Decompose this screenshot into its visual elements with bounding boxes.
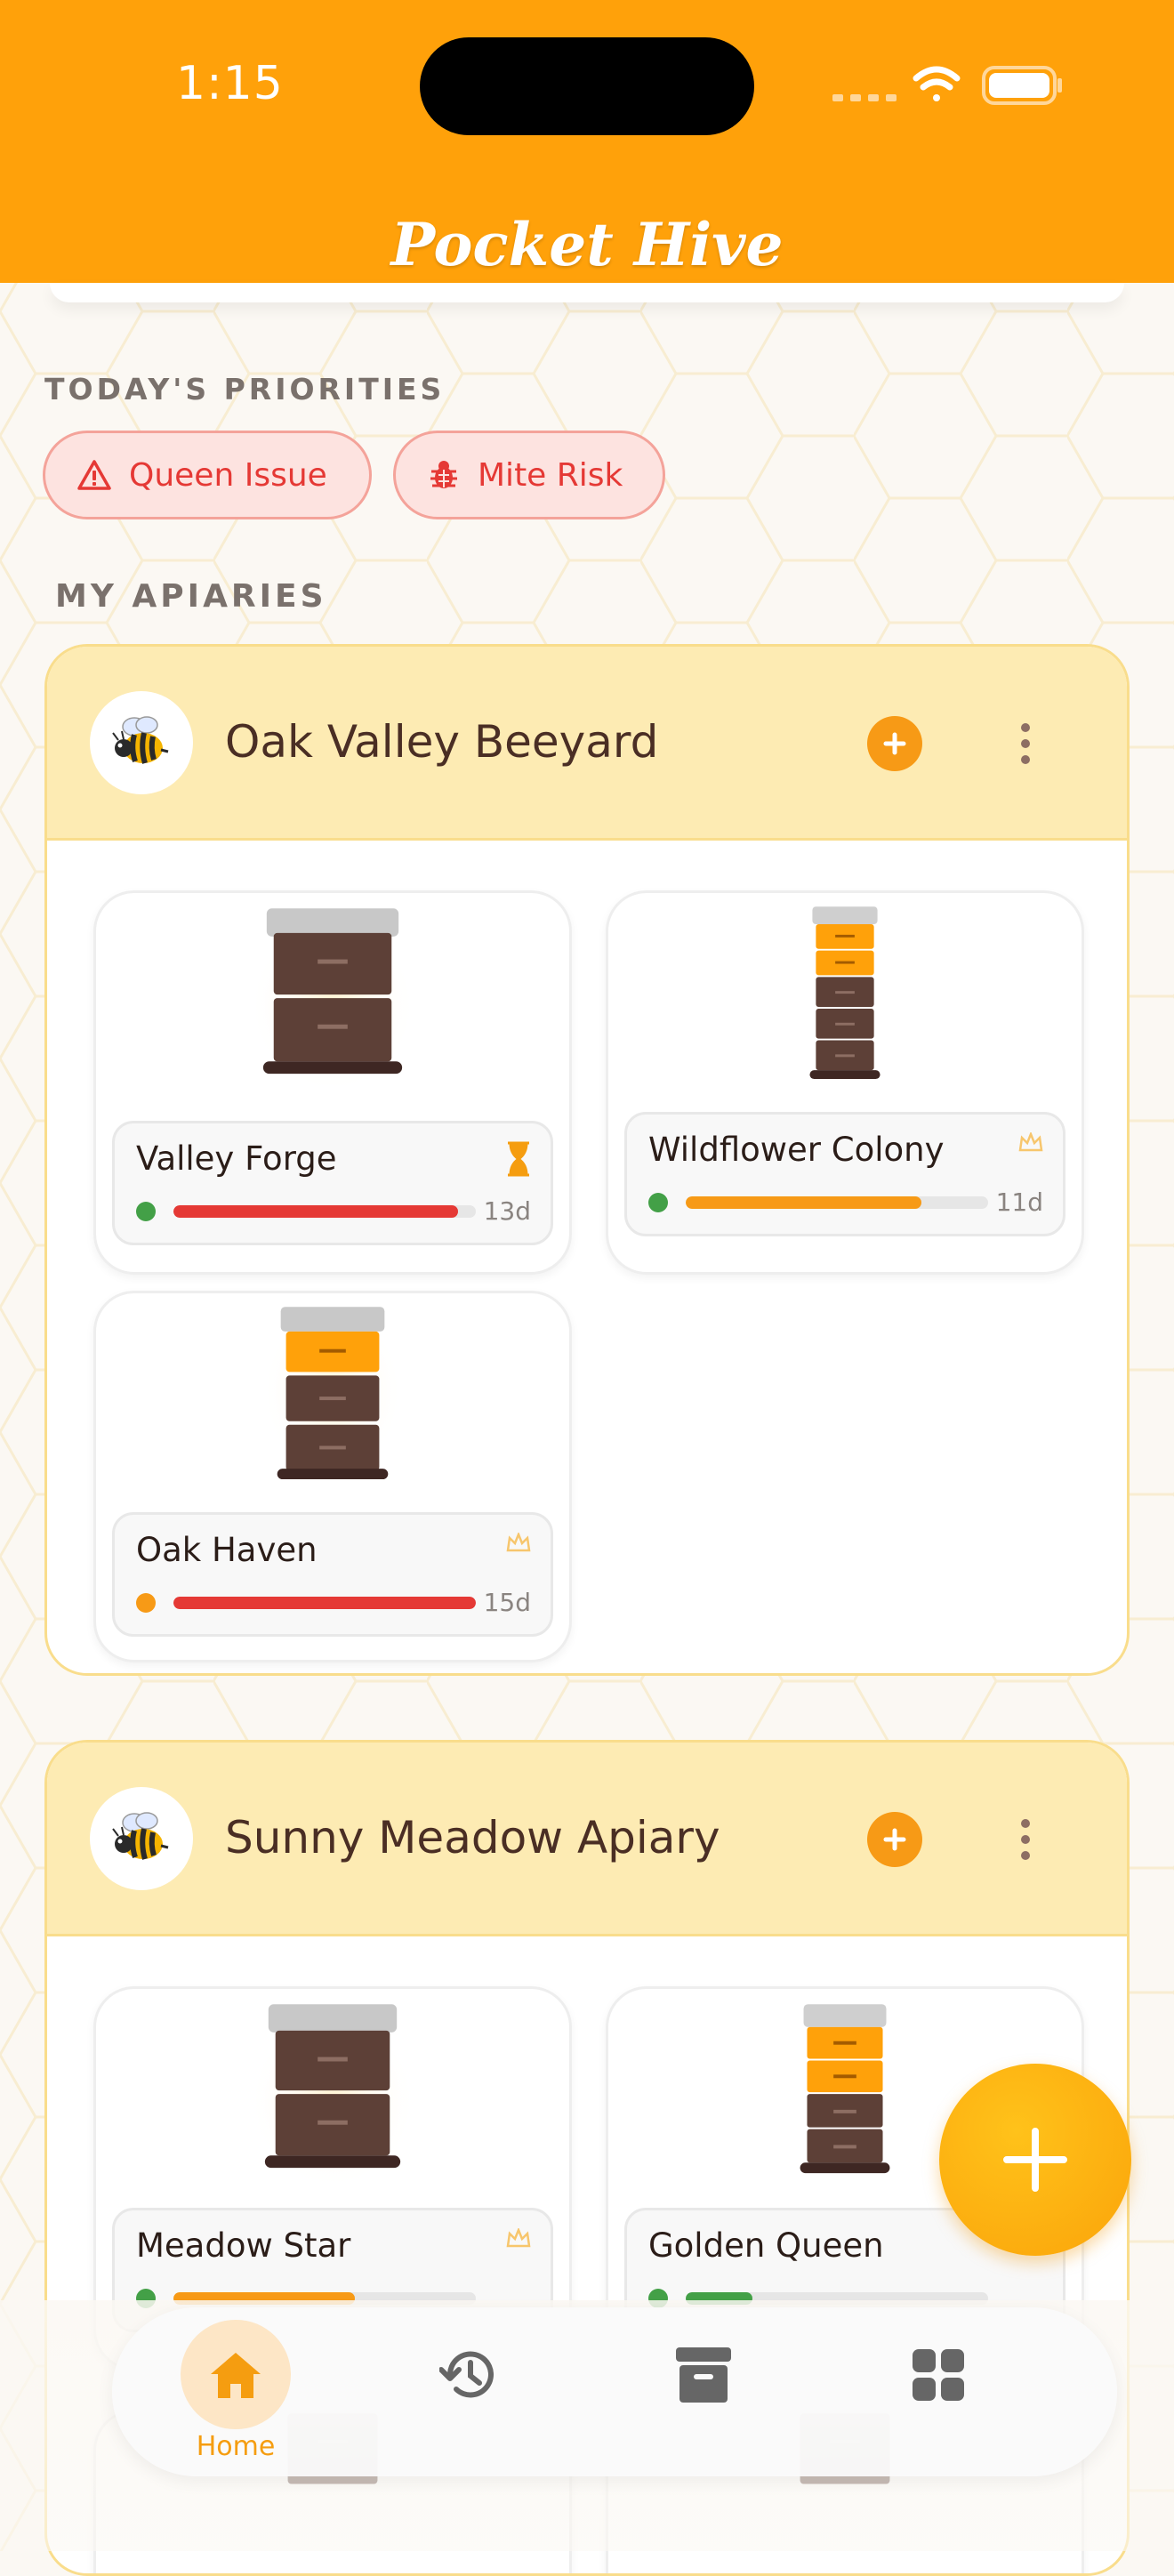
hive-progress-bar bbox=[173, 1205, 476, 1218]
hive-progress-fill bbox=[173, 1597, 476, 1609]
hive-progress-bar bbox=[173, 1597, 476, 1609]
nav-history[interactable] bbox=[411, 2320, 527, 2462]
priority-label: Queen Issue bbox=[129, 456, 327, 494]
apiary-name: Oak Valley Beeyard bbox=[225, 716, 659, 768]
hive-progress-fill bbox=[173, 1205, 458, 1218]
app-title: Pocket Hive bbox=[390, 210, 784, 279]
hive-days: 13d bbox=[483, 1196, 531, 1226]
hourglass-icon bbox=[508, 1141, 529, 1177]
hive-health-dot bbox=[136, 1593, 156, 1613]
hive-card[interactable]: Wildflower Colony 11d bbox=[606, 890, 1084, 1275]
more-options-button[interactable] bbox=[999, 716, 1052, 771]
home-icon bbox=[211, 2352, 261, 2398]
hive-card[interactable]: Valley Forge 13d bbox=[93, 890, 572, 1275]
hive-days: 11d bbox=[995, 1187, 1043, 1217]
nav-dashboard[interactable] bbox=[880, 2320, 996, 2462]
cellular-icon bbox=[832, 94, 897, 101]
add-fab-button[interactable] bbox=[939, 2064, 1131, 2256]
hive-name: Valley Forge bbox=[136, 1139, 337, 1178]
status-time: 1:15 bbox=[176, 57, 284, 110]
archive-icon bbox=[676, 2347, 731, 2403]
wifi-icon bbox=[913, 66, 961, 101]
hive-days: 15d bbox=[483, 1588, 531, 1617]
apiary-avatar bbox=[90, 691, 193, 794]
app-header: 1:15 Pocket Hive bbox=[0, 0, 1174, 283]
apiary-header[interactable]: Oak Valley Beeyard bbox=[47, 647, 1127, 841]
crown-icon bbox=[506, 2228, 531, 2248]
hive-progress-bar bbox=[686, 1196, 988, 1209]
nav-home-label: Home bbox=[196, 2431, 276, 2462]
priority-label: Mite Risk bbox=[478, 456, 623, 494]
more-options-button[interactable] bbox=[999, 1812, 1052, 1867]
battery-icon bbox=[982, 66, 1062, 105]
plus-icon bbox=[883, 1828, 906, 1851]
hive-health-dot bbox=[136, 1202, 156, 1221]
plus-icon bbox=[883, 732, 906, 755]
priority-queen-issue[interactable]: Queen Issue bbox=[43, 431, 372, 519]
apiary-name: Sunny Meadow Apiary bbox=[225, 1812, 720, 1864]
top-card-edge bbox=[50, 283, 1124, 302]
hive-progress-fill bbox=[686, 1196, 922, 1209]
crown-icon bbox=[1018, 1132, 1043, 1152]
history-icon bbox=[439, 2351, 494, 2398]
hive-health-dot bbox=[648, 1193, 668, 1212]
apiary-avatar bbox=[90, 1787, 193, 1890]
crown-icon bbox=[506, 1533, 531, 1552]
bee-icon bbox=[112, 716, 169, 764]
hive-name: Golden Queen bbox=[648, 2226, 884, 2265]
bee-icon bbox=[112, 1812, 169, 1860]
nav-home[interactable]: Home bbox=[178, 2320, 294, 2462]
more-vertical-icon bbox=[1021, 1819, 1030, 1860]
more-vertical-icon bbox=[1021, 723, 1030, 764]
bug-icon bbox=[430, 461, 457, 488]
hive-info: Wildflower Colony 11d bbox=[624, 1112, 1065, 1236]
apiaries-label: MY APIARIES bbox=[55, 578, 327, 615]
apiary-header[interactable]: Sunny Meadow Apiary bbox=[47, 1743, 1127, 1936]
hive-illustration bbox=[249, 908, 416, 1093]
add-hive-button[interactable] bbox=[867, 716, 922, 771]
nav-home-bubble bbox=[181, 2320, 291, 2429]
bottom-nav: Home bbox=[112, 2307, 1117, 2476]
dynamic-island bbox=[420, 37, 754, 135]
apiary-card: Oak Valley Beeyard Valley Forge 13d Wild… bbox=[44, 644, 1130, 1676]
grid-icon bbox=[913, 2349, 964, 2401]
hive-illustration bbox=[809, 906, 880, 1080]
hive-name: Wildflower Colony bbox=[648, 1131, 945, 1169]
hive-name: Meadow Star bbox=[136, 2226, 351, 2265]
hive-illustration bbox=[261, 1303, 404, 1480]
hive-name: Oak Haven bbox=[136, 1531, 318, 1569]
hive-card[interactable]: Oak Haven 15d bbox=[93, 1291, 572, 1662]
warning-icon bbox=[77, 460, 111, 490]
priorities-label: TODAY'S PRIORITIES bbox=[44, 372, 446, 407]
nav-archive[interactable] bbox=[646, 2320, 761, 2462]
hive-info: Oak Haven 15d bbox=[112, 1512, 553, 1637]
hive-info: Valley Forge 13d bbox=[112, 1121, 553, 1245]
priority-mite-risk[interactable]: Mite Risk bbox=[393, 431, 665, 519]
plus-icon bbox=[1003, 2128, 1067, 2192]
add-hive-button[interactable] bbox=[867, 1812, 922, 1867]
status-icons bbox=[832, 66, 1062, 105]
hive-illustration bbox=[249, 2004, 416, 2189]
